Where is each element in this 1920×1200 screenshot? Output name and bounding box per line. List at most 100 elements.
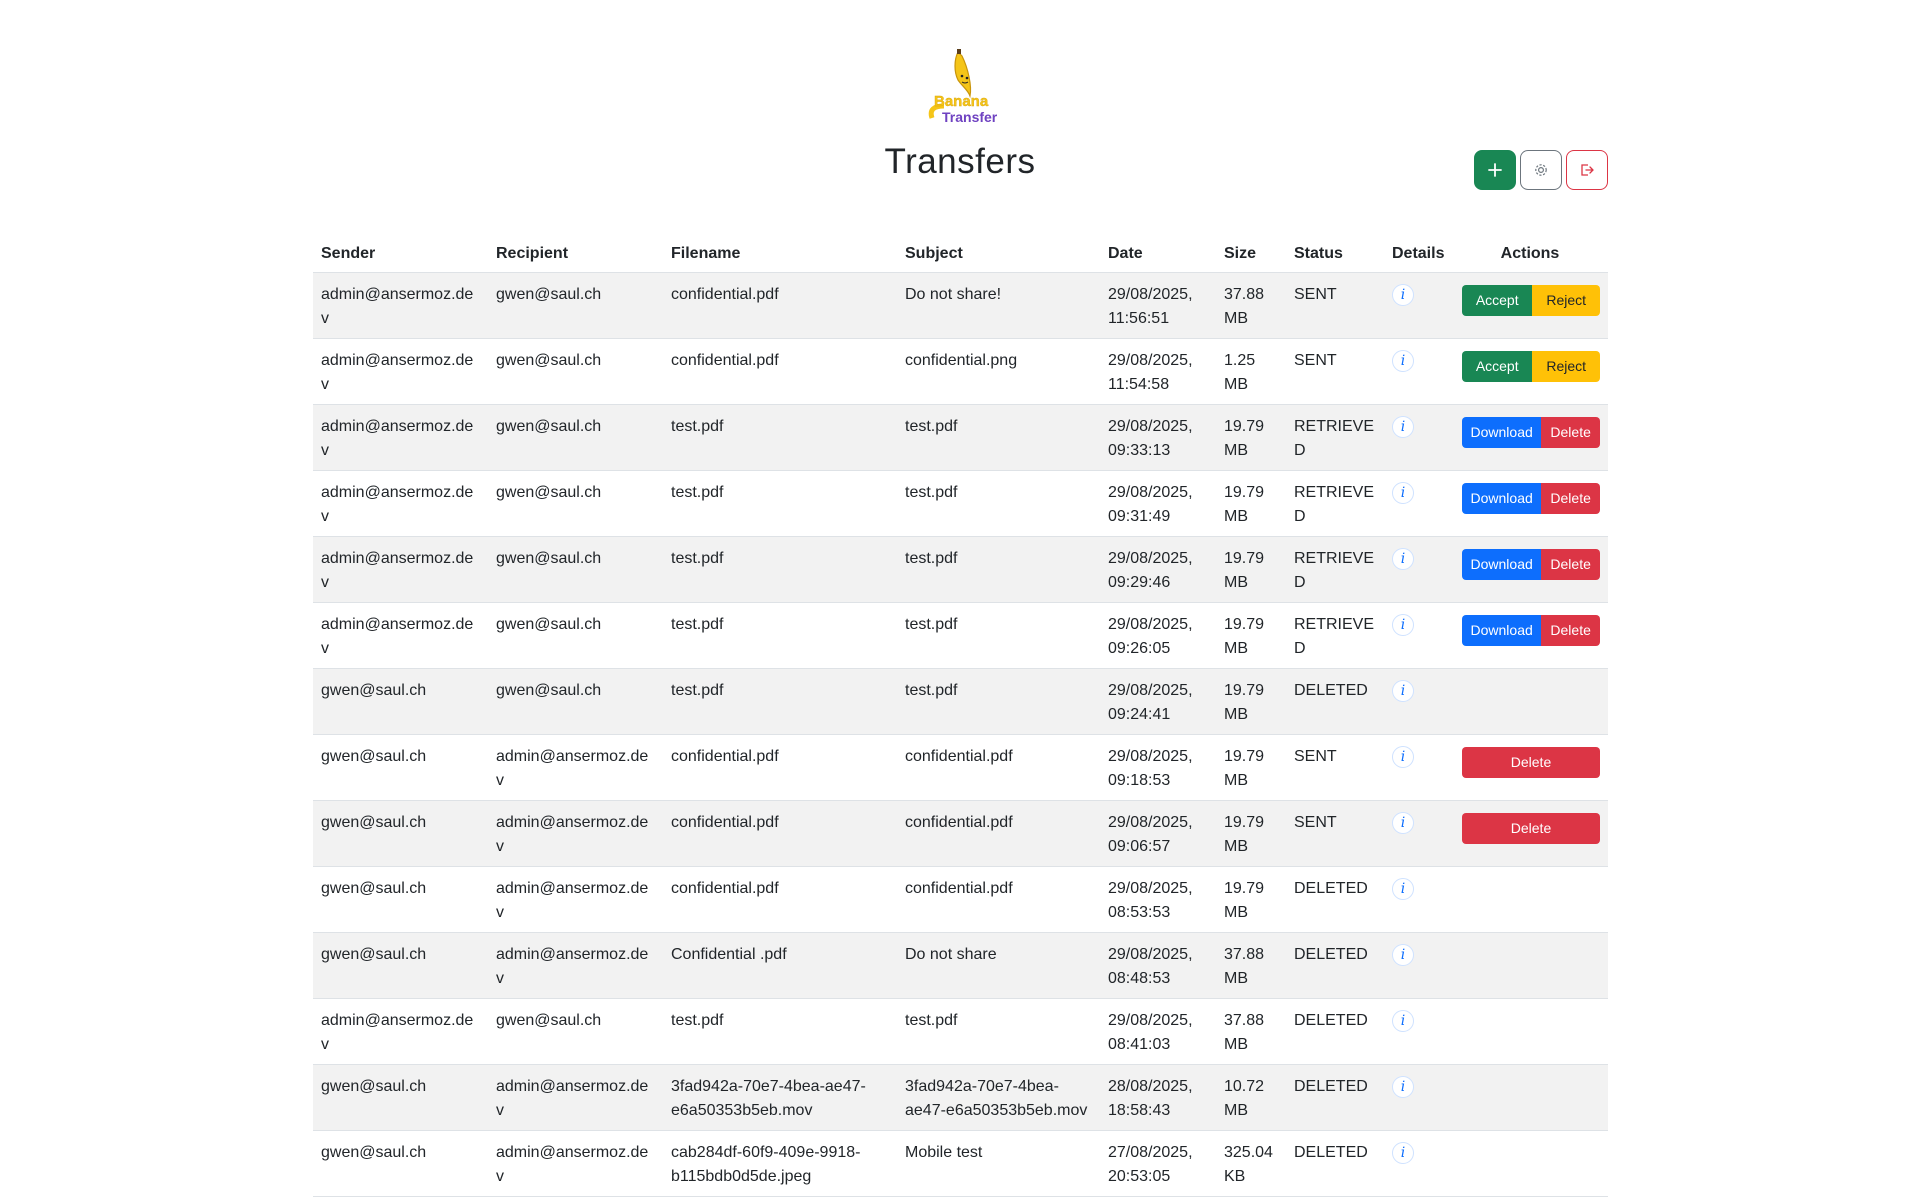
cell-details: i [1384, 866, 1452, 933]
accept-button[interactable]: Accept [1462, 351, 1533, 382]
cell-subject: confidential.pdf [897, 734, 1100, 801]
cell-size: 325.04 KB [1216, 1130, 1286, 1197]
table-row: admin@ansermoz.dev gwen@saul.ch test.pdf te… [313, 404, 1608, 471]
delete-button[interactable]: Delete [1462, 813, 1600, 844]
cell-date: 29/08/2025, 11:56:51 [1100, 272, 1216, 339]
cell-actions [1452, 998, 1608, 1065]
delete-button[interactable]: Delete [1541, 615, 1600, 646]
download-button[interactable]: Download [1462, 549, 1542, 580]
cell-sender: admin@ansermoz.dev [313, 470, 488, 537]
action-button-group: Delete [1462, 747, 1600, 778]
cell-recipient: gwen@saul.ch [488, 272, 663, 339]
action-button-group: Download Delete [1462, 417, 1600, 448]
cell-actions [1452, 668, 1608, 735]
cell-details: i [1384, 404, 1452, 471]
action-button-group: Download Delete [1462, 615, 1600, 646]
cell-size: 1.25 MB [1216, 338, 1286, 405]
settings-button[interactable] [1520, 150, 1562, 190]
info-icon[interactable]: i [1392, 746, 1414, 768]
table-row: admin@ansermoz.dev gwen@saul.ch confidenti… [313, 272, 1608, 339]
cell-recipient: admin@ansermoz.dev [488, 932, 663, 999]
delete-button[interactable]: Delete [1541, 549, 1600, 580]
download-button[interactable]: Download [1462, 417, 1542, 448]
cell-status: SENT [1286, 734, 1384, 801]
info-icon[interactable]: i [1392, 482, 1414, 504]
cell-filename: test.pdf [663, 668, 897, 735]
action-button-group: Accept Reject [1462, 351, 1600, 382]
cell-subject: test.pdf [897, 470, 1100, 537]
table-header: Sender Recipient Filename Subject Date S… [313, 236, 1608, 273]
cell-actions: Accept Reject [1452, 338, 1608, 405]
cell-size: 37.88 MB [1216, 998, 1286, 1065]
cell-details: i [1384, 470, 1452, 537]
delete-button[interactable]: Delete [1541, 483, 1600, 514]
cell-actions: Download Delete [1452, 404, 1608, 471]
cell-subject: Mobile test [897, 1130, 1100, 1197]
table-row: gwen@saul.ch admin@ansermoz.dev Confidenti… [313, 932, 1608, 999]
info-icon[interactable]: i [1392, 878, 1414, 900]
table-row: gwen@saul.ch gwen@saul.ch test.pdf test.pdf… [313, 668, 1608, 735]
add-transfer-button[interactable] [1474, 150, 1516, 190]
info-icon[interactable]: i [1392, 548, 1414, 570]
action-button-group: Accept Reject [1462, 285, 1600, 316]
table-row: admin@ansermoz.dev gwen@saul.ch test.pdf te… [313, 602, 1608, 669]
cell-status: DELETED [1286, 668, 1384, 735]
cell-sender: gwen@saul.ch [313, 1064, 488, 1131]
cell-status: DELETED [1286, 866, 1384, 933]
action-button-group: Delete [1462, 813, 1600, 844]
info-icon[interactable]: i [1392, 680, 1414, 702]
reject-button[interactable]: Reject [1532, 351, 1600, 382]
cell-recipient: gwen@saul.ch [488, 668, 663, 735]
logo-line1: Banana [934, 93, 989, 110]
cell-filename: confidential.pdf [663, 734, 897, 801]
cell-sender: gwen@saul.ch [313, 866, 488, 933]
cell-actions: Download Delete [1452, 536, 1608, 603]
cell-date: 29/08/2025, 09:24:41 [1100, 668, 1216, 735]
cell-actions: Download Delete [1452, 470, 1608, 537]
action-button-group: Download Delete [1462, 483, 1600, 514]
table-row: gwen@saul.ch admin@ansermoz.dev cab284df-6… [313, 1130, 1608, 1197]
header-details: Details [1384, 236, 1452, 273]
cell-filename: 3fad942a-70e7-4bea-ae47-e6a50353b5eb.mov [663, 1064, 897, 1131]
info-icon[interactable]: i [1392, 1076, 1414, 1098]
transfers-table-container: Sender Recipient Filename Subject Date S… [313, 236, 1608, 1197]
info-icon[interactable]: i [1392, 944, 1414, 966]
cell-recipient: gwen@saul.ch [488, 998, 663, 1065]
download-button[interactable]: Download [1462, 615, 1542, 646]
cell-date: 29/08/2025, 09:33:13 [1100, 404, 1216, 471]
reject-button[interactable]: Reject [1532, 285, 1600, 316]
cell-recipient: gwen@saul.ch [488, 536, 663, 603]
header-subject: Subject [897, 236, 1100, 273]
cell-actions: Download Delete [1452, 602, 1608, 669]
cell-status: SENT [1286, 800, 1384, 867]
header-date: Date [1100, 236, 1216, 273]
logout-button[interactable] [1566, 150, 1608, 190]
info-icon[interactable]: i [1392, 1010, 1414, 1032]
cell-details: i [1384, 1064, 1452, 1131]
download-button[interactable]: Download [1462, 483, 1542, 514]
transfers-page: Banana Transfer Transfers Sender Recipie… [0, 0, 1920, 1200]
cell-status: DELETED [1286, 932, 1384, 999]
info-icon[interactable]: i [1392, 614, 1414, 636]
header-sender: Sender [313, 236, 488, 273]
info-icon[interactable]: i [1392, 416, 1414, 438]
info-icon[interactable]: i [1392, 1142, 1414, 1164]
cell-status: DELETED [1286, 1064, 1384, 1131]
cell-subject: confidential.png [897, 338, 1100, 405]
cell-date: 29/08/2025, 11:54:58 [1100, 338, 1216, 405]
info-icon[interactable]: i [1392, 812, 1414, 834]
delete-button[interactable]: Delete [1541, 417, 1600, 448]
cell-details: i [1384, 734, 1452, 801]
cell-sender: admin@ansermoz.dev [313, 272, 488, 339]
cell-size: 19.79 MB [1216, 668, 1286, 735]
cell-size: 37.88 MB [1216, 932, 1286, 999]
info-icon[interactable]: i [1392, 350, 1414, 372]
accept-button[interactable]: Accept [1462, 285, 1533, 316]
cell-subject: Do not share! [897, 272, 1100, 339]
cell-sender: admin@ansermoz.dev [313, 404, 488, 471]
cell-status: DELETED [1286, 1130, 1384, 1197]
info-icon[interactable]: i [1392, 284, 1414, 306]
cell-status: RETRIEVED [1286, 404, 1384, 471]
action-button-group: Download Delete [1462, 549, 1600, 580]
delete-button[interactable]: Delete [1462, 747, 1600, 778]
